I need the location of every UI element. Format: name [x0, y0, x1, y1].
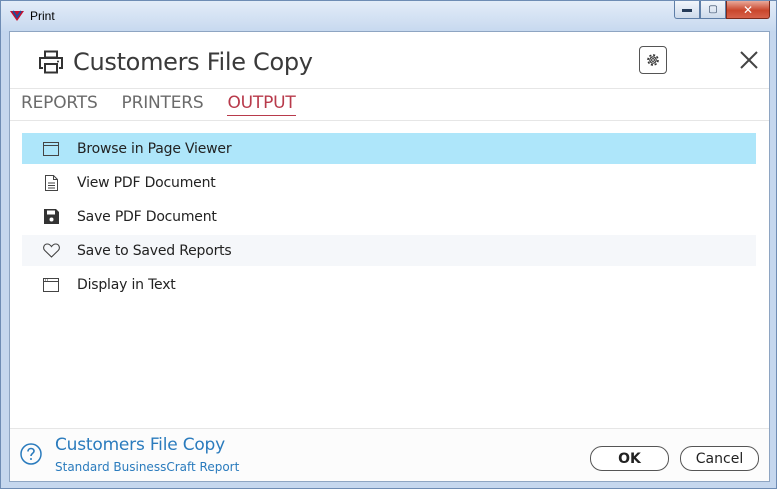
tab-printers[interactable]: PRINTERS: [122, 93, 204, 116]
tab-reports[interactable]: REPORTS: [21, 93, 98, 116]
ok-button[interactable]: OK: [590, 446, 669, 471]
divider: [10, 88, 769, 89]
report-subtitle: Standard BusinessCraft Report: [55, 460, 240, 474]
output-options-list: Browse in Page Viewer View PDF Document: [22, 133, 756, 303]
text-window-icon: [43, 277, 59, 292]
option-save-saved-reports[interactable]: Save to Saved Reports: [22, 235, 756, 266]
settings-button[interactable]: [639, 46, 667, 74]
window-icon: [43, 141, 59, 156]
gear-icon: [647, 54, 659, 66]
close-icon[interactable]: [738, 49, 760, 71]
printer-icon: [39, 50, 63, 74]
option-label: Browse in Page Viewer: [77, 140, 232, 157]
dialog-client-area: Customers File Copy REPORTS PRINTERS OUT…: [9, 31, 770, 482]
option-save-pdf[interactable]: Save PDF Document: [22, 201, 756, 232]
option-view-pdf[interactable]: View PDF Document: [22, 167, 756, 198]
page-title: Customers File Copy: [73, 48, 313, 76]
app-logo-icon: [10, 10, 24, 21]
option-label: View PDF Document: [77, 174, 216, 191]
report-title: Customers File Copy: [55, 435, 226, 455]
cancel-button[interactable]: Cancel: [680, 446, 759, 471]
help-icon[interactable]: [20, 443, 42, 465]
option-label: Save PDF Document: [77, 208, 217, 225]
option-browse-page-viewer[interactable]: Browse in Page Viewer: [22, 133, 756, 164]
divider: [10, 120, 769, 121]
tab-bar: REPORTS PRINTERS OUTPUT: [21, 93, 320, 116]
dialog-footer: Customers File Copy Standard BusinessCra…: [10, 429, 769, 481]
document-icon: [44, 174, 58, 191]
print-window: Print ▬ ▢ ✕ Customers File Copy REPORTS …: [0, 0, 777, 489]
heart-icon: [42, 243, 60, 258]
option-label: Save to Saved Reports: [77, 242, 232, 259]
floppy-disk-icon: [43, 209, 59, 224]
window-title: Print: [30, 9, 55, 23]
option-label: Display in Text: [77, 276, 176, 293]
option-display-text[interactable]: Display in Text: [22, 269, 756, 300]
minimize-button[interactable]: ▬: [674, 1, 700, 19]
window-titlebar[interactable]: Print ▬ ▢ ✕: [1, 1, 776, 31]
window-controls: ▬ ▢ ✕: [674, 1, 770, 21]
tab-output[interactable]: OUTPUT: [227, 93, 296, 116]
maximize-button[interactable]: ▢: [700, 1, 726, 19]
window-close-button[interactable]: ✕: [726, 1, 770, 19]
